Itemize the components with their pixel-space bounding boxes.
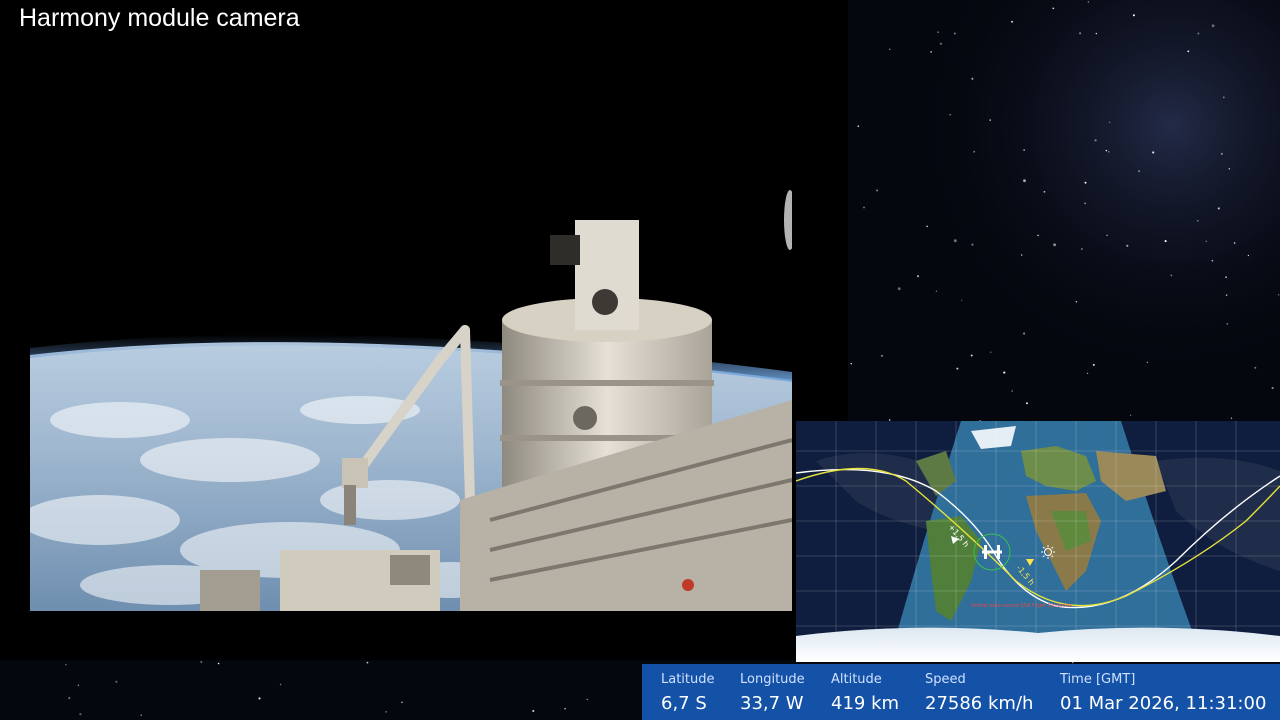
camera-video-feed[interactable] bbox=[30, 80, 792, 611]
time-label: Time [GMT] bbox=[1060, 672, 1136, 687]
altitude-cell: Altitude 419 km bbox=[831, 664, 899, 715]
viewer: Harmony module camera +1,5 h -1,5 h Orbi… bbox=[0, 0, 1280, 720]
speed-cell: Speed 27586 km/h bbox=[925, 664, 1033, 715]
longitude-value: 33,7 W bbox=[740, 693, 804, 714]
longitude-label: Longitude bbox=[740, 672, 805, 687]
latitude-cell: Latitude 6,7 S bbox=[661, 664, 715, 715]
latitude-label: Latitude bbox=[661, 672, 715, 687]
speed-label: Speed bbox=[925, 672, 966, 687]
altitude-value: 419 km bbox=[831, 693, 900, 714]
arm-end-effector bbox=[342, 458, 368, 488]
camera-panel: Harmony module camera bbox=[0, 0, 848, 660]
camera-title: Harmony module camera bbox=[19, 4, 300, 32]
ground-track-map[interactable]: +1,5 h -1,5 h Orbital data source ESA Fl… bbox=[796, 421, 1280, 662]
speed-value: 27586 km/h bbox=[925, 693, 1034, 714]
time-cell: Time [GMT] 01 Mar 2026, 11:31:00 bbox=[1060, 664, 1266, 715]
altitude-label: Altitude bbox=[831, 672, 882, 687]
map-footnote: Orbital data source ESA Flight Dynamics bbox=[971, 603, 1073, 609]
time-value: 01 Mar 2026, 11:31:00 bbox=[1060, 693, 1267, 714]
telemetry-bar: Latitude 6,7 S Longitude 33,7 W Altitude… bbox=[642, 664, 1280, 720]
latitude-value: 6,7 S bbox=[661, 693, 707, 714]
longitude-cell: Longitude 33,7 W bbox=[740, 664, 805, 715]
